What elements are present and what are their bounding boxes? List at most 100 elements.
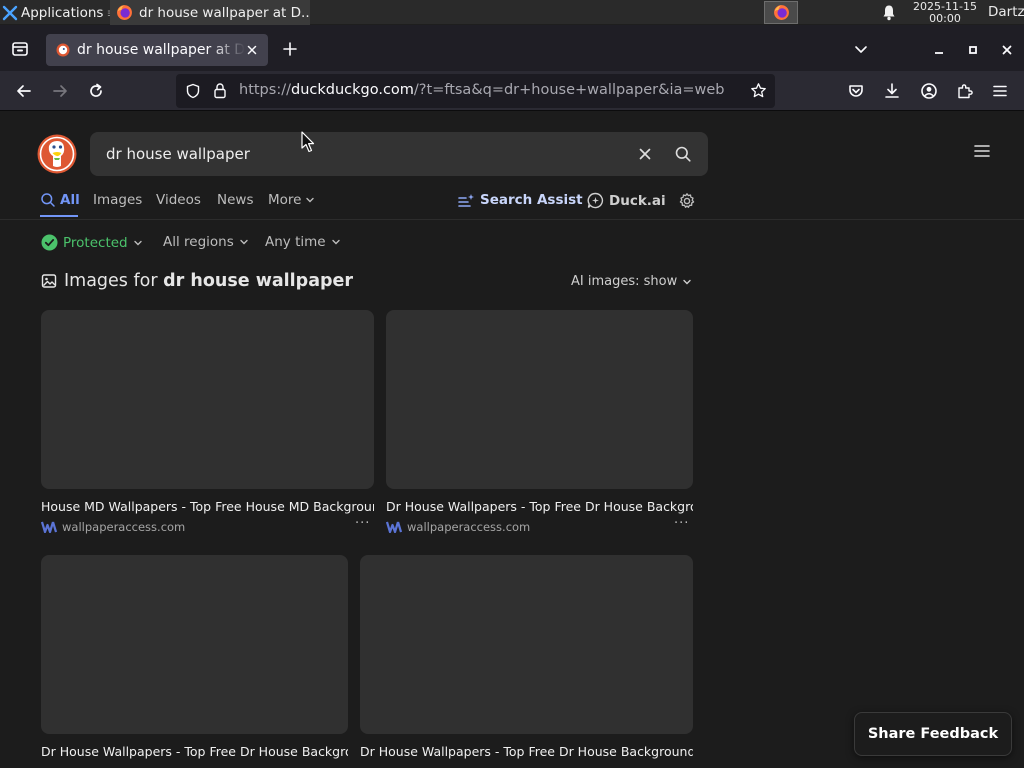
protected-check-icon: [41, 234, 58, 251]
tab-videos[interactable]: Videos: [156, 192, 201, 208]
image-result-thumbnail[interactable]: [41, 555, 348, 734]
tab-all-label: All: [60, 192, 80, 208]
search-assist-button[interactable]: Search Assist: [458, 192, 583, 208]
url-text: https://duckduckgo.com/?t=ftsa&q=dr+hous…: [239, 82, 725, 98]
tab-duckduckgo[interactable]: dr house wallpaper at DuckDuckGo: [46, 34, 268, 66]
search-input[interactable]: [106, 142, 626, 166]
duck-ai-chat-icon: [587, 192, 604, 209]
ai-images-toggle[interactable]: AI images: show: [571, 274, 692, 289]
chevron-down-icon: [331, 239, 340, 245]
tabs-divider: [0, 219, 1024, 220]
tab-title: dr house wallpaper at DuckDuckGo: [77, 42, 245, 58]
downloads-icon[interactable]: [883, 82, 901, 100]
applications-icon: [2, 5, 18, 21]
firefox-tray-icon: [773, 4, 790, 21]
tab-images[interactable]: Images: [93, 192, 142, 208]
browser-nav-toolbar: https://duckduckgo.com/?t=ftsa&q=dr+hous…: [0, 71, 1024, 111]
time-label: Any time: [265, 234, 326, 250]
wallpaperaccess-favicon: [41, 521, 57, 533]
duckduckgo-logo[interactable]: [37, 134, 77, 174]
region-label: All regions: [163, 234, 234, 250]
protected-label: Protected: [63, 234, 128, 251]
new-tab-plus-icon[interactable]: [281, 40, 299, 58]
minimize-window-icon[interactable]: [931, 42, 947, 58]
tracking-protection-shield-icon[interactable]: [185, 83, 201, 99]
os-taskbar: Applications ≡ dr house wallpaper at D..…: [0, 0, 1024, 25]
forward-arrow-icon[interactable]: [51, 82, 69, 100]
region-filter[interactable]: All regions: [163, 234, 249, 250]
protected-filter[interactable]: Protected: [41, 234, 143, 251]
account-icon[interactable]: [920, 82, 938, 100]
chevron-down-icon: [683, 279, 691, 284]
image-result-thumbnail[interactable]: [386, 310, 693, 489]
lock-icon[interactable]: [212, 82, 228, 99]
search-magnifier-small-icon: [41, 193, 55, 207]
bookmark-star-icon[interactable]: [750, 82, 767, 99]
tab-close-icon[interactable]: [244, 42, 260, 58]
mouse-cursor-icon: [301, 131, 315, 153]
time-filter[interactable]: Any time: [265, 234, 341, 250]
sparkle-list-icon: [458, 193, 474, 207]
tray-firefox-launcher[interactable]: [764, 1, 798, 24]
wallpaperaccess-favicon: [386, 521, 402, 533]
image-result-title[interactable]: Dr House Wallpapers - Top Free Dr House …: [360, 744, 693, 759]
system-clock[interactable]: 2025-11-15 00:00: [908, 1, 982, 24]
duckduckgo-favicon: [56, 43, 70, 57]
image-result-source[interactable]: wallpaperaccess.com: [386, 520, 530, 534]
images-heading-prefix: Images for: [64, 271, 164, 291]
clock-time: 00:00: [929, 11, 961, 25]
clear-search-close-icon[interactable]: [637, 146, 653, 162]
image-result-source-label: wallpaperaccess.com: [407, 520, 531, 534]
back-arrow-icon[interactable]: [15, 82, 33, 100]
images-heading-query: dr house wallpaper: [163, 271, 354, 291]
more-options-ellipsis-icon[interactable]: ···: [674, 516, 689, 531]
extensions-puzzle-icon[interactable]: [956, 82, 974, 100]
maximize-window-icon[interactable]: [965, 42, 981, 58]
firefox-icon: [116, 4, 133, 21]
image-result-thumbnail[interactable]: [360, 555, 693, 734]
session-user[interactable]: Dartz: [988, 4, 1024, 20]
page-menu-hamburger-icon[interactable]: [973, 143, 991, 159]
url-domain: duckduckgo.com: [290, 82, 414, 98]
tab-more-label: More: [268, 192, 302, 208]
settings-gear-icon[interactable]: [678, 192, 696, 210]
app-menu-hamburger-icon[interactable]: [991, 82, 1009, 100]
image-result-thumbnail[interactable]: [41, 310, 374, 489]
image-result-source[interactable]: wallpaperaccess.com: [41, 520, 185, 534]
duck-ai-button[interactable]: Duck.ai: [587, 192, 666, 209]
firefox-view-icon[interactable]: [11, 41, 29, 57]
list-all-tabs-chevron-down-icon[interactable]: [853, 41, 869, 57]
ai-images-label: AI images: show: [571, 274, 678, 289]
image-result-source-label: wallpaperaccess.com: [62, 520, 186, 534]
taskbar-firefox-window[interactable]: dr house wallpaper at D...: [110, 0, 310, 25]
share-feedback-button[interactable]: Share Feedback: [854, 712, 1012, 756]
notification-bell-icon[interactable]: [881, 4, 897, 21]
applications-label: Applications: [21, 4, 104, 21]
applications-menu[interactable]: Applications ≡: [2, 2, 117, 23]
chevron-down-icon: [133, 240, 142, 245]
duck-ai-label: Duck.ai: [609, 192, 666, 209]
browser-tab-strip: dr house wallpaper at DuckDuckGo: [0, 25, 1024, 71]
search-box: [90, 132, 708, 176]
taskbar-window-title: dr house wallpaper at D...: [139, 4, 310, 21]
tab-news[interactable]: News: [217, 192, 253, 208]
pocket-icon[interactable]: [847, 82, 865, 100]
image-result-title[interactable]: Dr House Wallpapers - Top Free Dr House …: [386, 499, 693, 514]
search-magnifier-icon[interactable]: [674, 145, 692, 163]
tab-all[interactable]: All: [40, 192, 80, 208]
duckduckgo-results-page: All Images Videos News More Search Assis…: [0, 111, 1024, 768]
active-tab-underline: [40, 215, 78, 217]
search-assist-label: Search Assist: [480, 192, 583, 208]
image-result-title[interactable]: Dr House Wallpapers - Top Free Dr House …: [41, 744, 348, 759]
chevron-down-icon: [306, 197, 315, 203]
more-options-ellipsis-icon[interactable]: ···: [355, 516, 370, 531]
image-icon: [41, 274, 57, 288]
image-result-title[interactable]: House MD Wallpapers - Top Free House MD …: [41, 499, 374, 514]
clock-date: 2025-11-15: [913, 0, 977, 13]
chevron-down-icon: [240, 239, 248, 245]
reload-icon[interactable]: [87, 82, 105, 100]
address-bar[interactable]: https://duckduckgo.com/?t=ftsa&q=dr+hous…: [176, 74, 775, 108]
close-window-icon[interactable]: [999, 42, 1015, 58]
images-module-heading[interactable]: Images for dr house wallpaper: [41, 271, 353, 291]
tab-more[interactable]: More: [268, 192, 315, 208]
